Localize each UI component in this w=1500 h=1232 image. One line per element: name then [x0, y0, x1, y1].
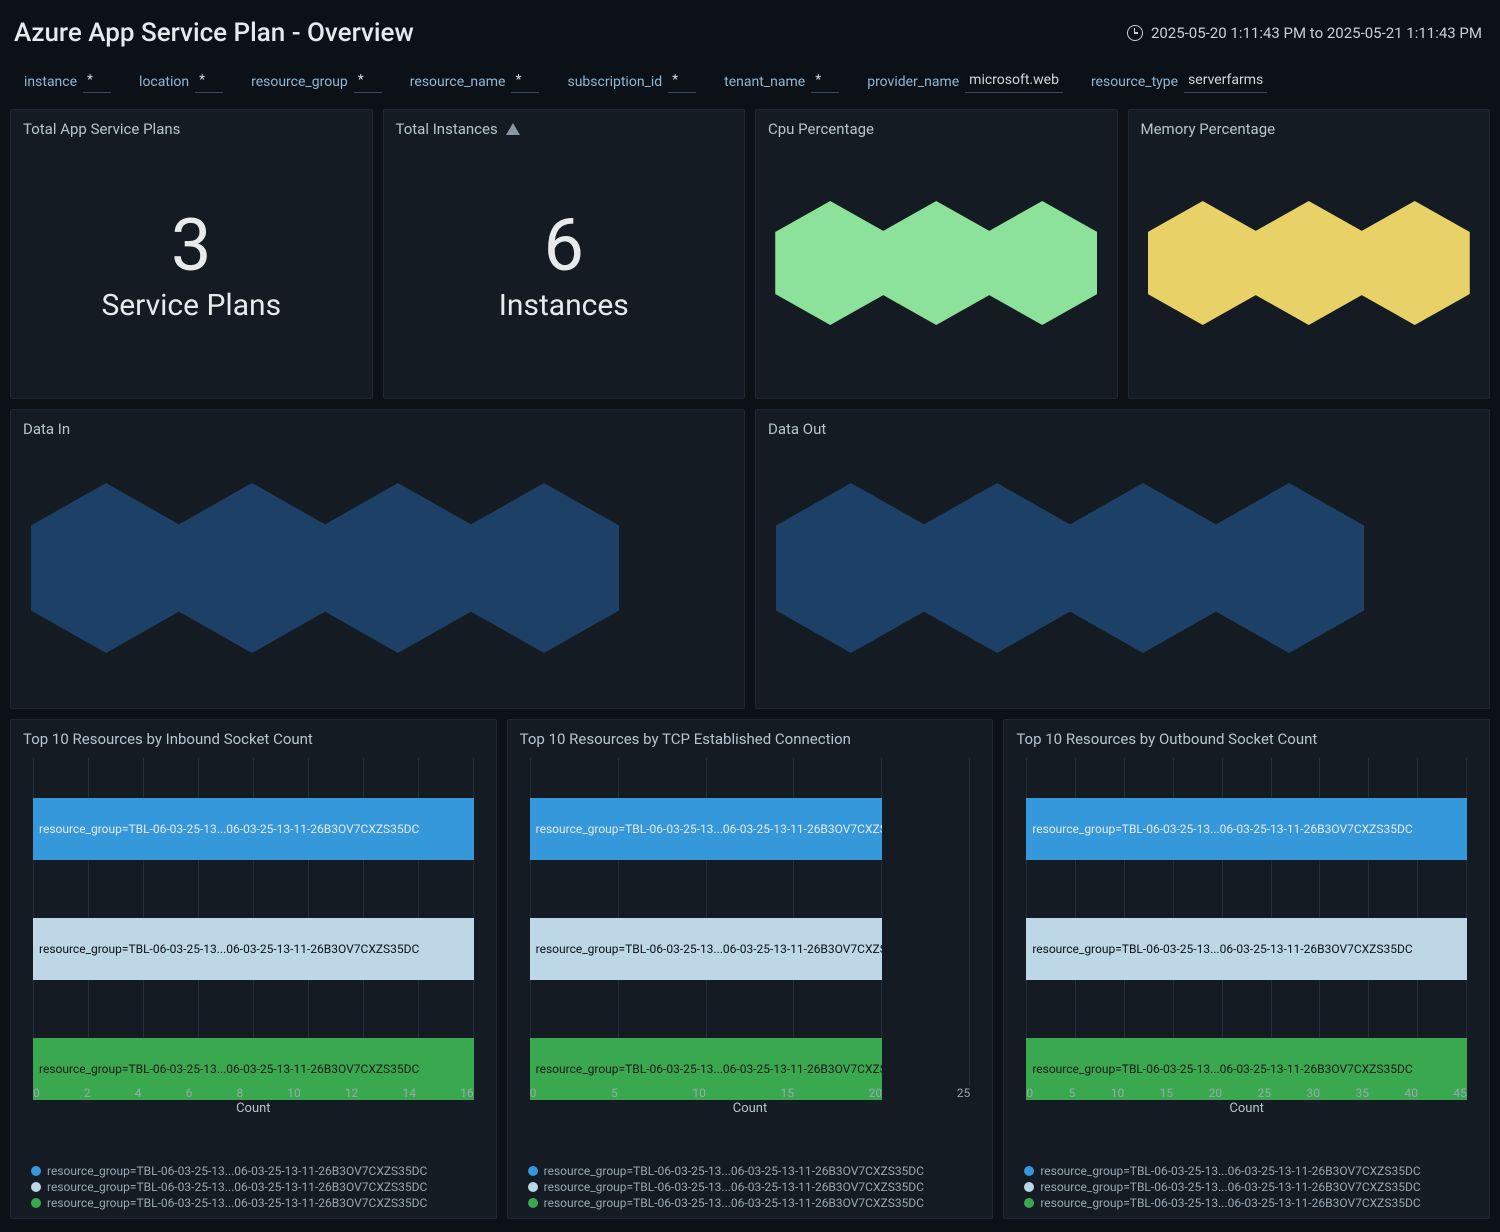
filter-resource-group[interactable]: resource_group *: [251, 70, 382, 93]
hex-cell: [776, 483, 926, 653]
legend-item[interactable]: resource_group=TBL-06-03-25-13...06-03-2…: [31, 1164, 486, 1178]
clock-icon: [1127, 25, 1143, 41]
legend-dot-icon: [31, 1182, 41, 1192]
panel-outbound[interactable]: Top 10 Resources by Outbound Socket Coun…: [1003, 719, 1490, 1219]
chart-legend: resource_group=TBL-06-03-25-13...06-03-2…: [1024, 1164, 1479, 1212]
stat-label: Instances: [499, 288, 629, 323]
panel-title: Top 10 Resources by TCP Established Conn…: [520, 730, 981, 748]
panel-title: Top 10 Resources by Inbound Socket Count: [23, 730, 484, 748]
hex-cell: [922, 483, 1072, 653]
chart-legend: resource_group=TBL-06-03-25-13...06-03-2…: [31, 1164, 486, 1212]
filter-resource-name[interactable]: resource_name *: [410, 70, 540, 93]
legend-dot-icon: [528, 1198, 538, 1208]
hex-cell: [1360, 201, 1470, 325]
panel-title: Total App Service Plans: [23, 120, 360, 138]
panel-total-plans[interactable]: Total App Service Plans 3 Service Plans: [10, 109, 373, 399]
stat-value: 6: [544, 203, 584, 288]
panel-total-instances[interactable]: Total Instances 6 Instances: [383, 109, 746, 399]
bar[interactable]: resource_group=TBL-06-03-25-13...06-03-2…: [530, 918, 883, 980]
stat-label: Service Plans: [101, 288, 281, 323]
hex-cell: [1068, 483, 1218, 653]
panel-data-in[interactable]: Data In: [10, 409, 745, 709]
hex-cell: [1254, 201, 1364, 325]
panel-cpu[interactable]: Cpu Percentage: [755, 109, 1118, 399]
panel-title: Cpu Percentage: [768, 120, 1105, 138]
legend-dot-icon: [528, 1182, 538, 1192]
panel-title: Top 10 Resources by Outbound Socket Coun…: [1016, 730, 1477, 748]
bar[interactable]: resource_group=TBL-06-03-25-13...06-03-2…: [1026, 918, 1467, 980]
panel-tcp[interactable]: Top 10 Resources by TCP Established Conn…: [507, 719, 994, 1219]
legend-item[interactable]: resource_group=TBL-06-03-25-13...06-03-2…: [528, 1164, 983, 1178]
bar-chart: resource_group=TBL-06-03-25-13...06-03-2…: [23, 758, 484, 1128]
hex-cell: [987, 201, 1097, 325]
hex-cell: [775, 201, 885, 325]
bar-chart: resource_group=TBL-06-03-25-13...06-03-2…: [520, 758, 981, 1128]
legend-dot-icon: [1024, 1182, 1034, 1192]
filter-instance[interactable]: instance *: [24, 70, 111, 93]
bar[interactable]: resource_group=TBL-06-03-25-13...06-03-2…: [1026, 798, 1467, 860]
dashboard-header: Azure App Service Plan - Overview 2025-0…: [0, 0, 1500, 66]
filter-tenant-name[interactable]: tenant_name *: [724, 70, 839, 93]
filter-resource-type[interactable]: resource_type serverfarms: [1091, 70, 1267, 93]
legend-item[interactable]: resource_group=TBL-06-03-25-13...06-03-2…: [528, 1180, 983, 1194]
filter-provider-name[interactable]: provider_name microsoft.web: [867, 70, 1063, 93]
bar[interactable]: resource_group=TBL-06-03-25-13...06-03-2…: [33, 798, 474, 860]
legend-dot-icon: [31, 1166, 41, 1176]
panel-title: Memory Percentage: [1141, 120, 1478, 138]
variable-filters: instance * location * resource_group * r…: [0, 66, 1500, 109]
filter-subscription-id[interactable]: subscription_id *: [567, 70, 696, 93]
panel-data-out[interactable]: Data Out: [755, 409, 1490, 709]
bar[interactable]: resource_group=TBL-06-03-25-13...06-03-2…: [33, 918, 474, 980]
legend-item[interactable]: resource_group=TBL-06-03-25-13...06-03-2…: [31, 1196, 486, 1210]
hex-cell: [469, 483, 619, 653]
panel-inbound[interactable]: Top 10 Resources by Inbound Socket Count…: [10, 719, 497, 1219]
hex-cell: [323, 483, 473, 653]
panel-title: Data Out: [768, 420, 1477, 438]
bar-chart: resource_group=TBL-06-03-25-13...06-03-2…: [1016, 758, 1477, 1128]
page-title: Azure App Service Plan - Overview: [14, 18, 414, 48]
panel-title: Data In: [23, 420, 732, 438]
legend-item[interactable]: resource_group=TBL-06-03-25-13...06-03-2…: [1024, 1196, 1479, 1210]
bar[interactable]: resource_group=TBL-06-03-25-13...06-03-2…: [530, 798, 883, 860]
hex-cell: [1148, 201, 1258, 325]
legend-item[interactable]: resource_group=TBL-06-03-25-13...06-03-2…: [528, 1196, 983, 1210]
time-range-picker[interactable]: 2025-05-20 1:11:43 PM to 2025-05-21 1:11…: [1127, 24, 1482, 42]
time-range-text: 2025-05-20 1:11:43 PM to 2025-05-21 1:11…: [1151, 24, 1482, 42]
panel-title: Total Instances: [396, 120, 733, 138]
legend-item[interactable]: resource_group=TBL-06-03-25-13...06-03-2…: [1024, 1164, 1479, 1178]
hex-cell: [31, 483, 181, 653]
legend-dot-icon: [1024, 1198, 1034, 1208]
legend-item[interactable]: resource_group=TBL-06-03-25-13...06-03-2…: [1024, 1180, 1479, 1194]
legend-dot-icon: [1024, 1166, 1034, 1176]
legend-item[interactable]: resource_group=TBL-06-03-25-13...06-03-2…: [31, 1180, 486, 1194]
legend-dot-icon: [528, 1166, 538, 1176]
chart-legend: resource_group=TBL-06-03-25-13...06-03-2…: [528, 1164, 983, 1212]
warning-icon: [506, 123, 520, 135]
filter-location[interactable]: location *: [139, 70, 223, 93]
stat-value: 3: [171, 203, 211, 288]
hex-cell: [1214, 483, 1364, 653]
hex-cell: [881, 201, 991, 325]
hex-cell: [177, 483, 327, 653]
legend-dot-icon: [31, 1198, 41, 1208]
panel-memory[interactable]: Memory Percentage: [1128, 109, 1491, 399]
